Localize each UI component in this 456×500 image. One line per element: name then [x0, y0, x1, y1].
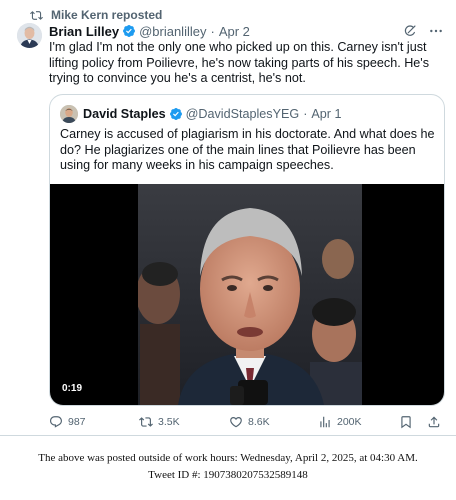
repost-icon	[30, 10, 43, 20]
author-handle[interactable]: @brianlilley	[139, 24, 206, 39]
share-button[interactable]	[427, 415, 441, 429]
views-button[interactable]: 200K	[318, 415, 362, 429]
video-timestamp: 0:19	[58, 381, 87, 396]
reply-count: 987	[68, 416, 86, 428]
quoted-tweet-header: David Staples @DavidStaplesYEG · Apr 1	[60, 105, 342, 123]
caption-line-1: The above was posted outside of work hou…	[38, 452, 418, 464]
action-bar: 987 3.5K 8.6K 200K	[49, 413, 445, 431]
verified-badge-icon[interactable]	[122, 24, 136, 38]
like-button[interactable]: 8.6K	[229, 415, 270, 429]
caption: The above was posted outside of work hou…	[0, 450, 456, 484]
avatar-image	[17, 23, 42, 48]
quoted-post-date[interactable]: Apr 1	[311, 107, 341, 121]
views-chart-icon	[320, 416, 330, 428]
repost-count: 3.5K	[158, 416, 180, 428]
repost-indicator[interactable]: Mike Kern reposted	[30, 7, 162, 23]
views-count: 200K	[337, 416, 362, 428]
bookmark-button[interactable]	[399, 415, 413, 429]
more-options-icon[interactable]	[428, 23, 444, 39]
quoted-tweet[interactable]: David Staples @DavidStaplesYEG · Apr 1 C…	[49, 94, 445, 406]
quoted-avatar[interactable]	[60, 105, 78, 123]
tweet-header: Brian Lilley @brianlilley · Apr 2	[49, 22, 444, 40]
video-player[interactable]: 0:19	[50, 184, 444, 405]
quoted-author-handle[interactable]: @DavidStaplesYEG	[186, 107, 300, 121]
like-count: 8.6K	[248, 416, 270, 428]
quoted-tweet-text: Carney is accused of plagiarism in his d…	[60, 127, 435, 173]
post-date[interactable]: Apr 2	[219, 24, 250, 39]
repost-label: Mike Kern reposted	[51, 8, 163, 22]
repost-icon	[139, 417, 153, 427]
reply-icon	[50, 416, 62, 428]
repost-button[interactable]: 3.5K	[139, 415, 180, 429]
avatar[interactable]	[17, 23, 42, 48]
separator-dot: ·	[210, 23, 215, 39]
tweet-text: I'm glad I'm not the only one who picked…	[49, 40, 429, 86]
quoted-avatar-image	[60, 105, 78, 123]
heart-icon	[230, 417, 242, 428]
verified-badge-icon[interactable]	[169, 107, 183, 121]
grok-icon[interactable]	[403, 24, 417, 38]
separator-dot: ·	[303, 107, 308, 121]
reply-button[interactable]: 987	[49, 415, 86, 429]
quoted-author-name[interactable]: David Staples	[83, 107, 166, 121]
tweet-card[interactable]: Mike Kern reposted Brian Lilley @brianli…	[0, 0, 456, 436]
author-name[interactable]: Brian Lilley	[49, 24, 119, 39]
share-icon	[428, 416, 440, 428]
video-thumbnail	[138, 184, 362, 405]
bookmark-icon	[401, 416, 411, 429]
caption-tweet-id: Tweet ID #: 1907380207532589148	[148, 469, 308, 481]
